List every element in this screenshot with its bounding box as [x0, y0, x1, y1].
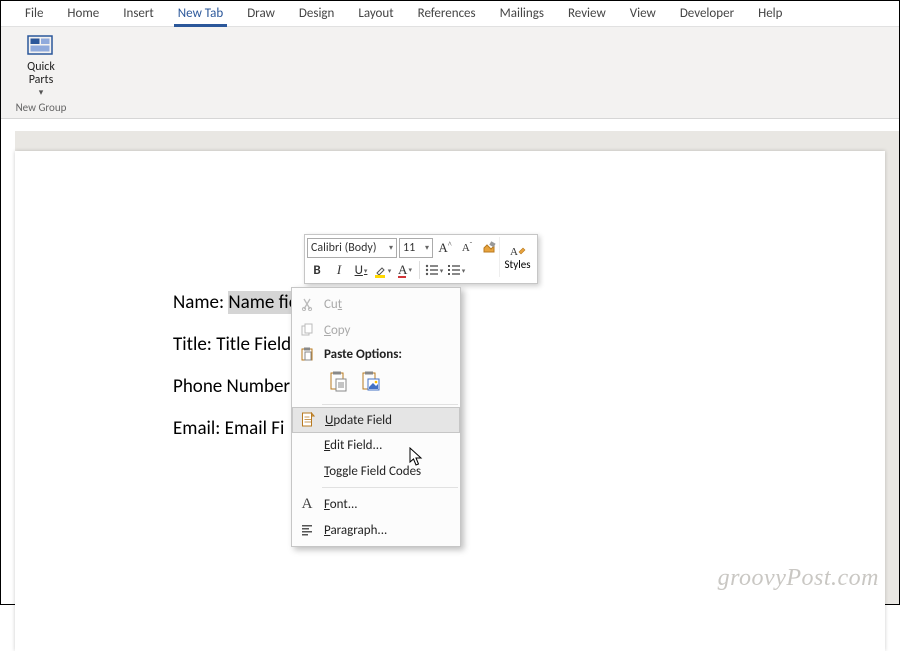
menu-cut[interactable]: Cut	[292, 291, 460, 317]
grow-font-button[interactable]: A^	[435, 238, 455, 258]
tab-draw[interactable]: Draw	[235, 1, 287, 27]
font-color-button[interactable]: A▾	[395, 260, 415, 280]
italic-button[interactable]: I	[329, 260, 349, 280]
separator	[419, 261, 420, 279]
separator	[322, 404, 458, 405]
menu-update-field-label: Update Field	[325, 413, 451, 428]
menu-update-field[interactable]: Update Field	[292, 407, 460, 433]
chevron-down-icon: ▾	[425, 243, 429, 253]
quick-parts-label: Quick Parts	[27, 61, 55, 87]
tab-developer[interactable]: Developer	[668, 1, 746, 27]
font-size-value: 11	[403, 241, 415, 255]
doc-line-name[interactable]: Name: Name field	[173, 291, 885, 314]
tab-review[interactable]: Review	[556, 1, 618, 27]
bold-button[interactable]: B	[307, 260, 327, 280]
update-field-icon	[299, 411, 317, 429]
tab-design[interactable]: Design	[287, 1, 346, 27]
chevron-down-icon: ▾	[389, 243, 393, 253]
styles-icon: A	[510, 244, 526, 258]
field-title-value[interactable]: Title Field	[216, 333, 291, 356]
font-name-value: Calibri (Body)	[311, 241, 376, 255]
quick-parts-button[interactable]: Quick Parts ▾	[15, 33, 67, 99]
font-size-combo[interactable]: 11 ▾	[399, 238, 433, 258]
shrink-font-button[interactable]: Aˇ	[457, 238, 477, 258]
tab-references[interactable]: References	[406, 1, 488, 27]
doc-line-phone[interactable]: Phone Number	[173, 375, 885, 398]
tab-file[interactable]: File	[13, 1, 55, 27]
tab-view[interactable]: View	[618, 1, 668, 27]
menu-copy-label: Copy	[324, 323, 452, 338]
paste-options-label: Paste Options:	[324, 347, 452, 362]
paste-keep-source-button[interactable]	[326, 369, 352, 395]
tab-layout[interactable]: Layout	[346, 1, 405, 27]
doc-line-email[interactable]: Email: Email Fi	[173, 417, 885, 440]
separator	[322, 487, 458, 488]
numbering-button[interactable]: ▾	[446, 260, 466, 280]
field-email-value[interactable]: Email Fi	[225, 417, 285, 440]
context-menu: Cut Copy Paste Options: Update Field Edi…	[291, 287, 461, 547]
mini-toolbar: Calibri (Body) ▾ 11 ▾ A^ Aˇ B I U▾ ▾	[304, 234, 538, 284]
chevron-down-icon: ▾	[39, 87, 44, 98]
bullets-button[interactable]: ▾	[424, 260, 444, 280]
menu-paragraph[interactable]: Paragraph...	[292, 517, 460, 543]
styles-label: Styles	[504, 258, 530, 271]
label-phone: Phone Number	[173, 375, 290, 398]
doc-line-title[interactable]: Title: Title Field	[173, 333, 885, 356]
ribbon-tabs: File Home Insert New Tab Draw Design Lay…	[1, 1, 899, 27]
ribbon-body: Quick Parts ▾ New Group	[1, 27, 899, 119]
cursor-icon	[409, 447, 425, 467]
paragraph-icon	[298, 521, 316, 539]
format-painter-button[interactable]	[479, 238, 499, 258]
blank-icon	[298, 436, 316, 454]
label-email: Email:	[173, 417, 220, 440]
menu-font[interactable]: A Font...	[292, 491, 460, 517]
quick-parts-icon	[27, 35, 55, 59]
cut-icon	[298, 295, 316, 313]
menu-edit-field[interactable]: Edit Field...	[292, 432, 460, 458]
copy-icon	[298, 321, 316, 339]
menu-edit-field-label: Edit Field...	[324, 438, 452, 453]
menu-copy[interactable]: Copy	[292, 317, 460, 343]
paste-options-row	[292, 365, 460, 401]
underline-button[interactable]: U▾	[351, 260, 371, 280]
watermark: groovyPost.com	[718, 565, 879, 592]
svg-text:A: A	[510, 246, 518, 258]
tab-home[interactable]: Home	[55, 1, 111, 27]
font-name-combo[interactable]: Calibri (Body) ▾	[307, 238, 397, 258]
font-icon: A	[298, 495, 316, 513]
paste-options-header: Paste Options:	[292, 343, 460, 365]
menu-toggle-field-codes-label: Toggle Field Codes	[324, 464, 452, 479]
tab-insert[interactable]: Insert	[111, 1, 166, 27]
tab-mailings[interactable]: Mailings	[488, 1, 556, 27]
ribbon-group-title: New Group	[16, 101, 67, 116]
tab-new-tab[interactable]: New Tab	[166, 1, 235, 27]
menu-paragraph-label: Paragraph...	[324, 523, 452, 538]
label-name: Name:	[173, 291, 224, 314]
ribbon-group-new-group: Quick Parts ▾ New Group	[9, 31, 73, 118]
paste-picture-button[interactable]	[358, 369, 384, 395]
blank-icon	[298, 462, 316, 480]
styles-button[interactable]: A Styles	[499, 237, 535, 277]
menu-toggle-field-codes[interactable]: Toggle Field Codes	[292, 458, 460, 484]
tab-help[interactable]: Help	[746, 1, 794, 27]
paste-icon	[298, 345, 316, 363]
menu-font-label: Font...	[324, 497, 452, 512]
label-title: Title:	[173, 333, 212, 356]
menu-cut-label: Cut	[324, 297, 452, 312]
highlight-button[interactable]: ▾	[373, 260, 393, 280]
